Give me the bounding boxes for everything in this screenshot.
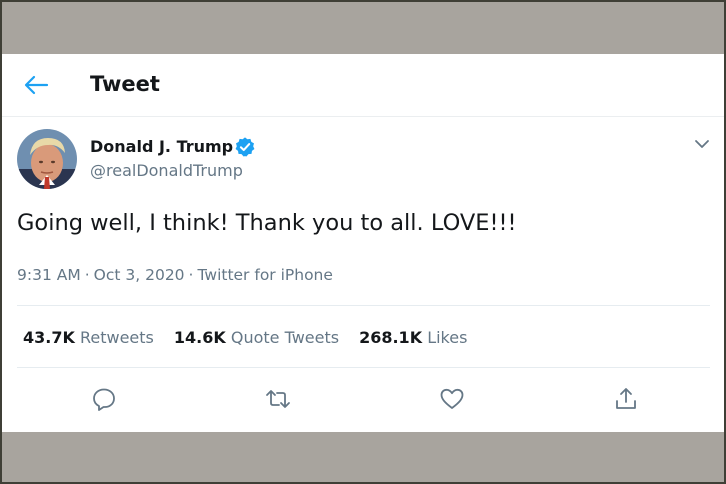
arrow-left-icon <box>24 75 49 95</box>
quote-tweets-count: 14.6K <box>173 328 226 347</box>
more-options-button[interactable] <box>692 134 712 154</box>
share-icon <box>616 388 636 409</box>
tweet-card: Tweet Donald J. Trump @realDonaldTrump G… <box>2 54 724 432</box>
author-handle[interactable]: @realDonaldTrump <box>90 161 243 180</box>
like-icon <box>440 388 464 409</box>
likes-count: 268.1K <box>359 328 423 347</box>
tweet-stats: 43.7K Retweets 14.6K Quote Tweets 268.1K L… <box>23 328 487 347</box>
likes-stat[interactable]: 268.1K Likes <box>359 328 467 347</box>
tweet-metadata: 9:31 AM · Oct 3, 2020 · Twitter for iPhone <box>17 266 333 284</box>
tweet-source[interactable]: Twitter for iPhone <box>197 266 332 284</box>
reply-icon <box>93 388 115 411</box>
retweets-label: Retweets <box>79 328 154 347</box>
share-button[interactable] <box>613 386 639 412</box>
avatar[interactable] <box>17 129 77 189</box>
tweet-header: Tweet <box>2 54 724 117</box>
divider <box>17 367 710 368</box>
quote-tweets-label: Quote Tweets <box>230 328 340 347</box>
tweet-text: Going well, I think! Thank you to all. L… <box>17 210 517 236</box>
retweets-count: 43.7K <box>23 328 75 347</box>
reply-button[interactable] <box>91 386 117 412</box>
likes-label: Likes <box>427 328 468 347</box>
avatar-image <box>17 129 77 189</box>
tweet-time[interactable]: 9:31 AM <box>17 266 81 284</box>
retweets-stat[interactable]: 43.7K Retweets <box>23 328 154 347</box>
verified-badge-icon <box>234 136 256 158</box>
retweet-button[interactable] <box>265 386 291 412</box>
back-button[interactable] <box>22 73 50 97</box>
retweet-icon <box>266 390 290 408</box>
tweet-date[interactable]: Oct 3, 2020 <box>94 266 185 284</box>
like-button[interactable] <box>439 386 465 412</box>
author-display-name[interactable]: Donald J. Trump <box>90 137 233 156</box>
chevron-down-icon <box>695 140 709 148</box>
quote-tweets-stat[interactable]: 14.6K Quote Tweets <box>174 328 339 347</box>
divider <box>17 305 710 306</box>
page-title: Tweet <box>90 72 160 96</box>
meta-separator: · <box>84 266 90 284</box>
meta-separator: · <box>188 266 194 284</box>
